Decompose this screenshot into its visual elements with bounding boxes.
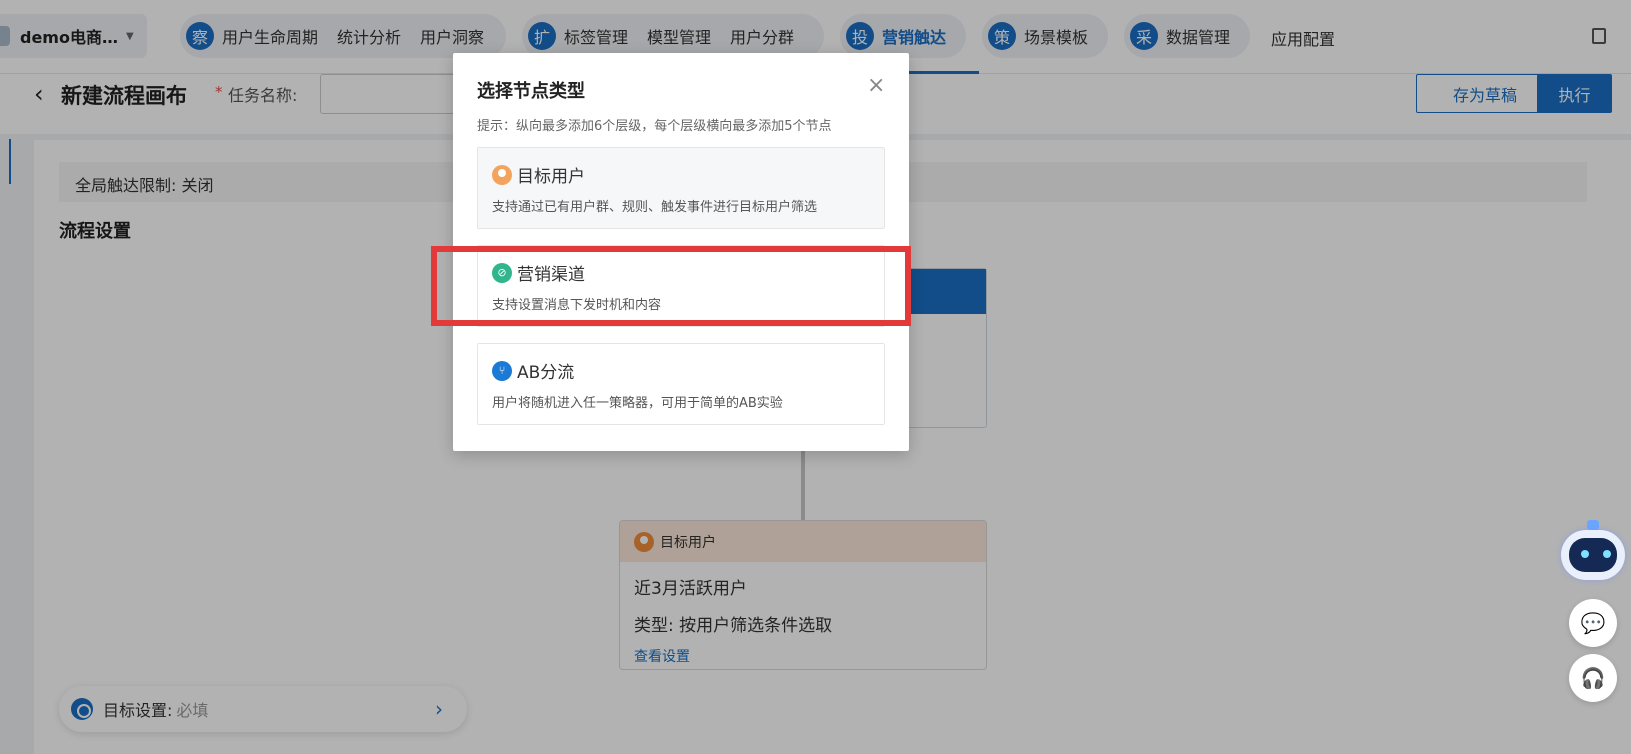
headset-icon[interactable]: 🎧 — [1569, 654, 1617, 702]
option-ab-split[interactable]: ⑂ AB分流 用户将随机进入任一策略器，可用于简单的AB实验 — [477, 343, 885, 425]
robot-eye-right — [1603, 550, 1611, 558]
highlight-box — [431, 246, 911, 326]
close-icon[interactable]: × — [867, 73, 885, 98]
option-title: AB分流 — [517, 363, 575, 383]
assistant-robot-icon[interactable] — [1557, 520, 1629, 582]
option-target-user[interactable]: 目标用户 支持通过已有用户群、规则、触发事件进行目标用户筛选 — [477, 147, 885, 229]
robot-antenna — [1587, 520, 1599, 530]
modal-hint: 提示：纵向最多添加6个层级，每个层级横向最多添加5个节点 — [477, 119, 832, 134]
option-desc: 用户将随机进入任一策略器，可用于简单的AB实验 — [492, 396, 783, 411]
option-title: 目标用户 — [517, 167, 585, 187]
wechat-icon[interactable]: 💬 — [1569, 599, 1617, 647]
user-icon — [492, 164, 512, 185]
modal-title: 选择节点类型 — [477, 81, 585, 102]
option-desc: 支持通过已有用户群、规则、触发事件进行目标用户筛选 — [492, 200, 818, 215]
robot-eye-left — [1581, 550, 1589, 558]
split-icon: ⑂ — [492, 360, 512, 381]
